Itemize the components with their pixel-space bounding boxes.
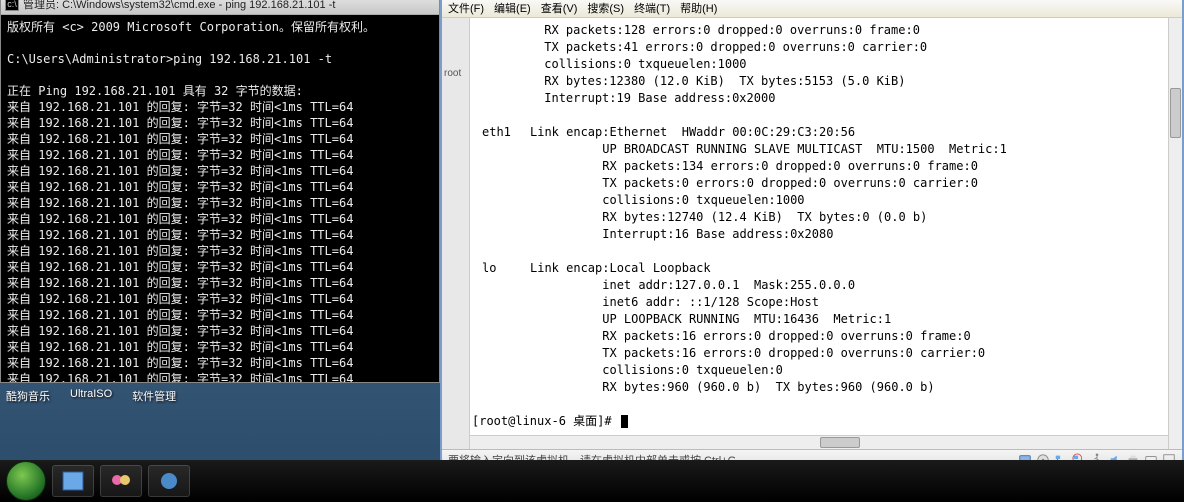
- cmd-window[interactable]: c:\ 管理员: C:\Windows\system32\cmd.exe - p…: [0, 0, 440, 383]
- menu-help[interactable]: 帮助(H): [680, 0, 717, 16]
- iface-lo: lo: [482, 260, 530, 277]
- taskbar-item-2[interactable]: [100, 465, 142, 497]
- vm-terminal[interactable]: RX packets:128 errors:0 dropped:0 overru…: [470, 18, 1168, 435]
- app-icon: [109, 470, 133, 492]
- taskbar-item-3[interactable]: [148, 465, 190, 497]
- side-label-root[interactable]: root: [442, 64, 469, 83]
- vm-menubar[interactable]: 文件(F) 编辑(E) 查看(V) 搜索(S) 终端(T) 帮助(H): [442, 0, 1182, 18]
- vscroll-thumb[interactable]: [1170, 88, 1181, 138]
- app-icon: [157, 470, 181, 492]
- cmd-title: 管理员: C:\Windows\system32\cmd.exe - ping …: [23, 0, 335, 12]
- app-icon: [61, 470, 85, 492]
- menu-edit[interactable]: 编辑(E): [494, 0, 531, 16]
- cmd-prompt: C:\Users\Administrator>ping 192.168.21.1…: [7, 52, 332, 66]
- cmd-output[interactable]: 版权所有 <c> 2009 Microsoft Corporation。保留所有…: [1, 15, 439, 382]
- cmd-replies: 来自 192.168.21.101 的回复: 字节=32 时间<1ms TTL=…: [7, 100, 353, 382]
- cmd-icon: c:\: [5, 0, 19, 11]
- vm-side-panel[interactable]: root: [442, 18, 470, 449]
- desktop-icon-kugou[interactable]: 酷狗音乐: [6, 388, 50, 404]
- vscrollbar[interactable]: [1168, 18, 1182, 449]
- shell-prompt: [root@linux-6 桌面]#: [472, 414, 612, 428]
- desktop-labels: 酷狗音乐 UltraISO 软件管理: [6, 388, 176, 404]
- desktop-icon-softmgr[interactable]: 软件管理: [132, 388, 176, 404]
- menu-terminal[interactable]: 终端(T): [634, 0, 670, 16]
- menu-file[interactable]: 文件(F): [448, 0, 484, 16]
- taskbar[interactable]: [0, 460, 1184, 502]
- menu-view[interactable]: 查看(V): [541, 0, 578, 16]
- iface-eth1: eth1: [482, 124, 530, 141]
- hscrollbar[interactable]: [470, 435, 1168, 449]
- vm-terminal-wrap: RX packets:128 errors:0 dropped:0 overru…: [470, 18, 1168, 449]
- taskbar-item-1[interactable]: [52, 465, 94, 497]
- vm-content: root RX packets:128 errors:0 dropped:0 o…: [442, 18, 1182, 449]
- vm-window[interactable]: 文件(F) 编辑(E) 查看(V) 搜索(S) 终端(T) 帮助(H) root…: [440, 0, 1184, 471]
- cursor: [621, 415, 628, 428]
- menu-search[interactable]: 搜索(S): [587, 0, 624, 16]
- cmd-copyright: 版权所有 <c> 2009 Microsoft Corporation。保留所有…: [7, 20, 375, 34]
- cmd-titlebar[interactable]: c:\ 管理员: C:\Windows\system32\cmd.exe - p…: [1, 0, 439, 15]
- start-button[interactable]: [6, 461, 46, 501]
- cmd-ping-header: 正在 Ping 192.168.21.101 具有 32 字节的数据:: [7, 84, 303, 98]
- desktop-icon-ultraiso[interactable]: UltraISO: [70, 388, 112, 404]
- hscroll-thumb[interactable]: [820, 437, 860, 448]
